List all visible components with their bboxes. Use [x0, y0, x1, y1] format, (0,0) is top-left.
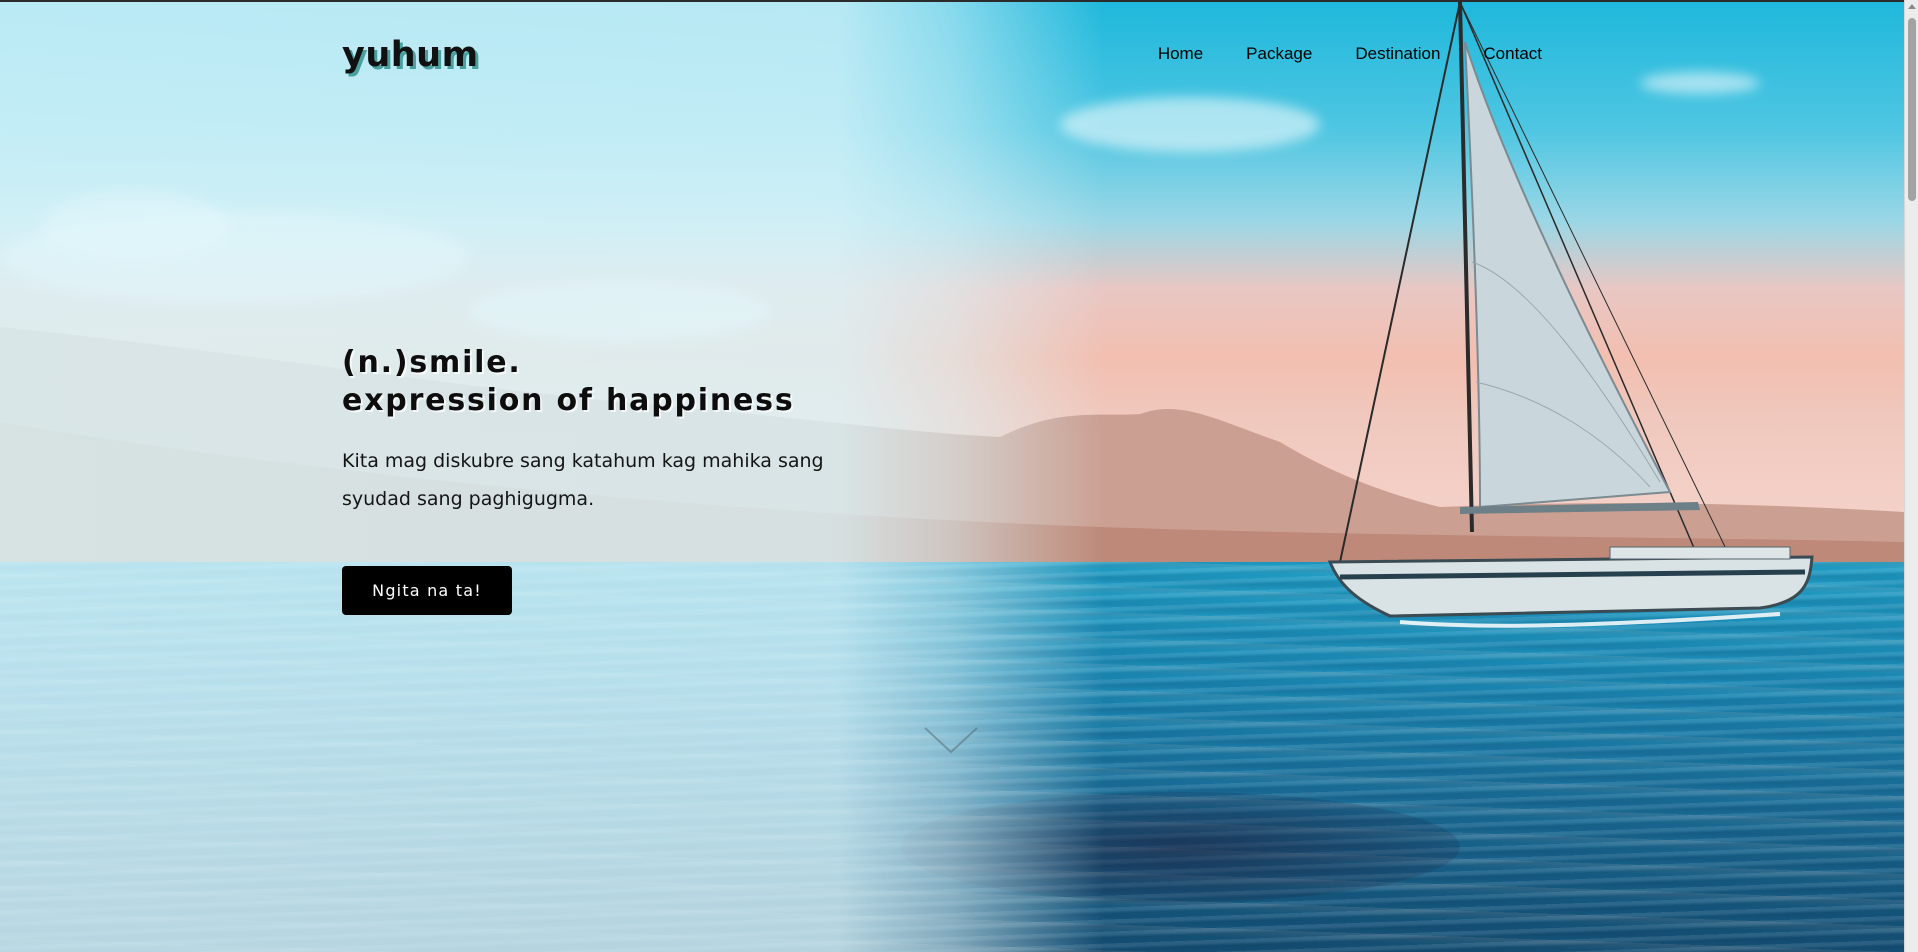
main-nav: Home Package Destination Contact [1158, 44, 1542, 64]
nav-contact[interactable]: Contact [1483, 44, 1542, 64]
scrollbar-thumb[interactable] [1908, 18, 1916, 201]
site-header: yuhum Home Package Destination Contact [342, 32, 1542, 82]
left-overlay [0, 2, 1904, 952]
nav-destination[interactable]: Destination [1355, 44, 1440, 64]
page-scrollbar[interactable] [1904, 0, 1918, 952]
hero-subtitle-line2: syudad sang paghigugma. [342, 488, 595, 510]
hero-section: (n.)smile. expression of happiness Kita … [342, 344, 902, 615]
scroll-up-icon[interactable] [1908, 4, 1916, 9]
chevron-down-icon[interactable] [923, 724, 979, 761]
explore-button[interactable]: Ngita na ta! [342, 566, 512, 615]
hero-title-line2: expression of happiness [342, 383, 795, 418]
landing-page: yuhum Home Package Destination Contact (… [0, 2, 1904, 952]
hero-title: (n.)smile. expression of happiness [342, 344, 902, 420]
site-logo[interactable]: yuhum [342, 35, 479, 75]
hero-title-line1: (n.)smile. [342, 345, 522, 380]
nav-package[interactable]: Package [1246, 44, 1312, 64]
hero-background-photo [0, 2, 1904, 952]
hero-subtitle-line1: Kita mag diskubre sang katahum kag mahik… [342, 450, 824, 472]
nav-home[interactable]: Home [1158, 44, 1203, 64]
hero-subtitle: Kita mag diskubre sang katahum kag mahik… [342, 442, 902, 518]
